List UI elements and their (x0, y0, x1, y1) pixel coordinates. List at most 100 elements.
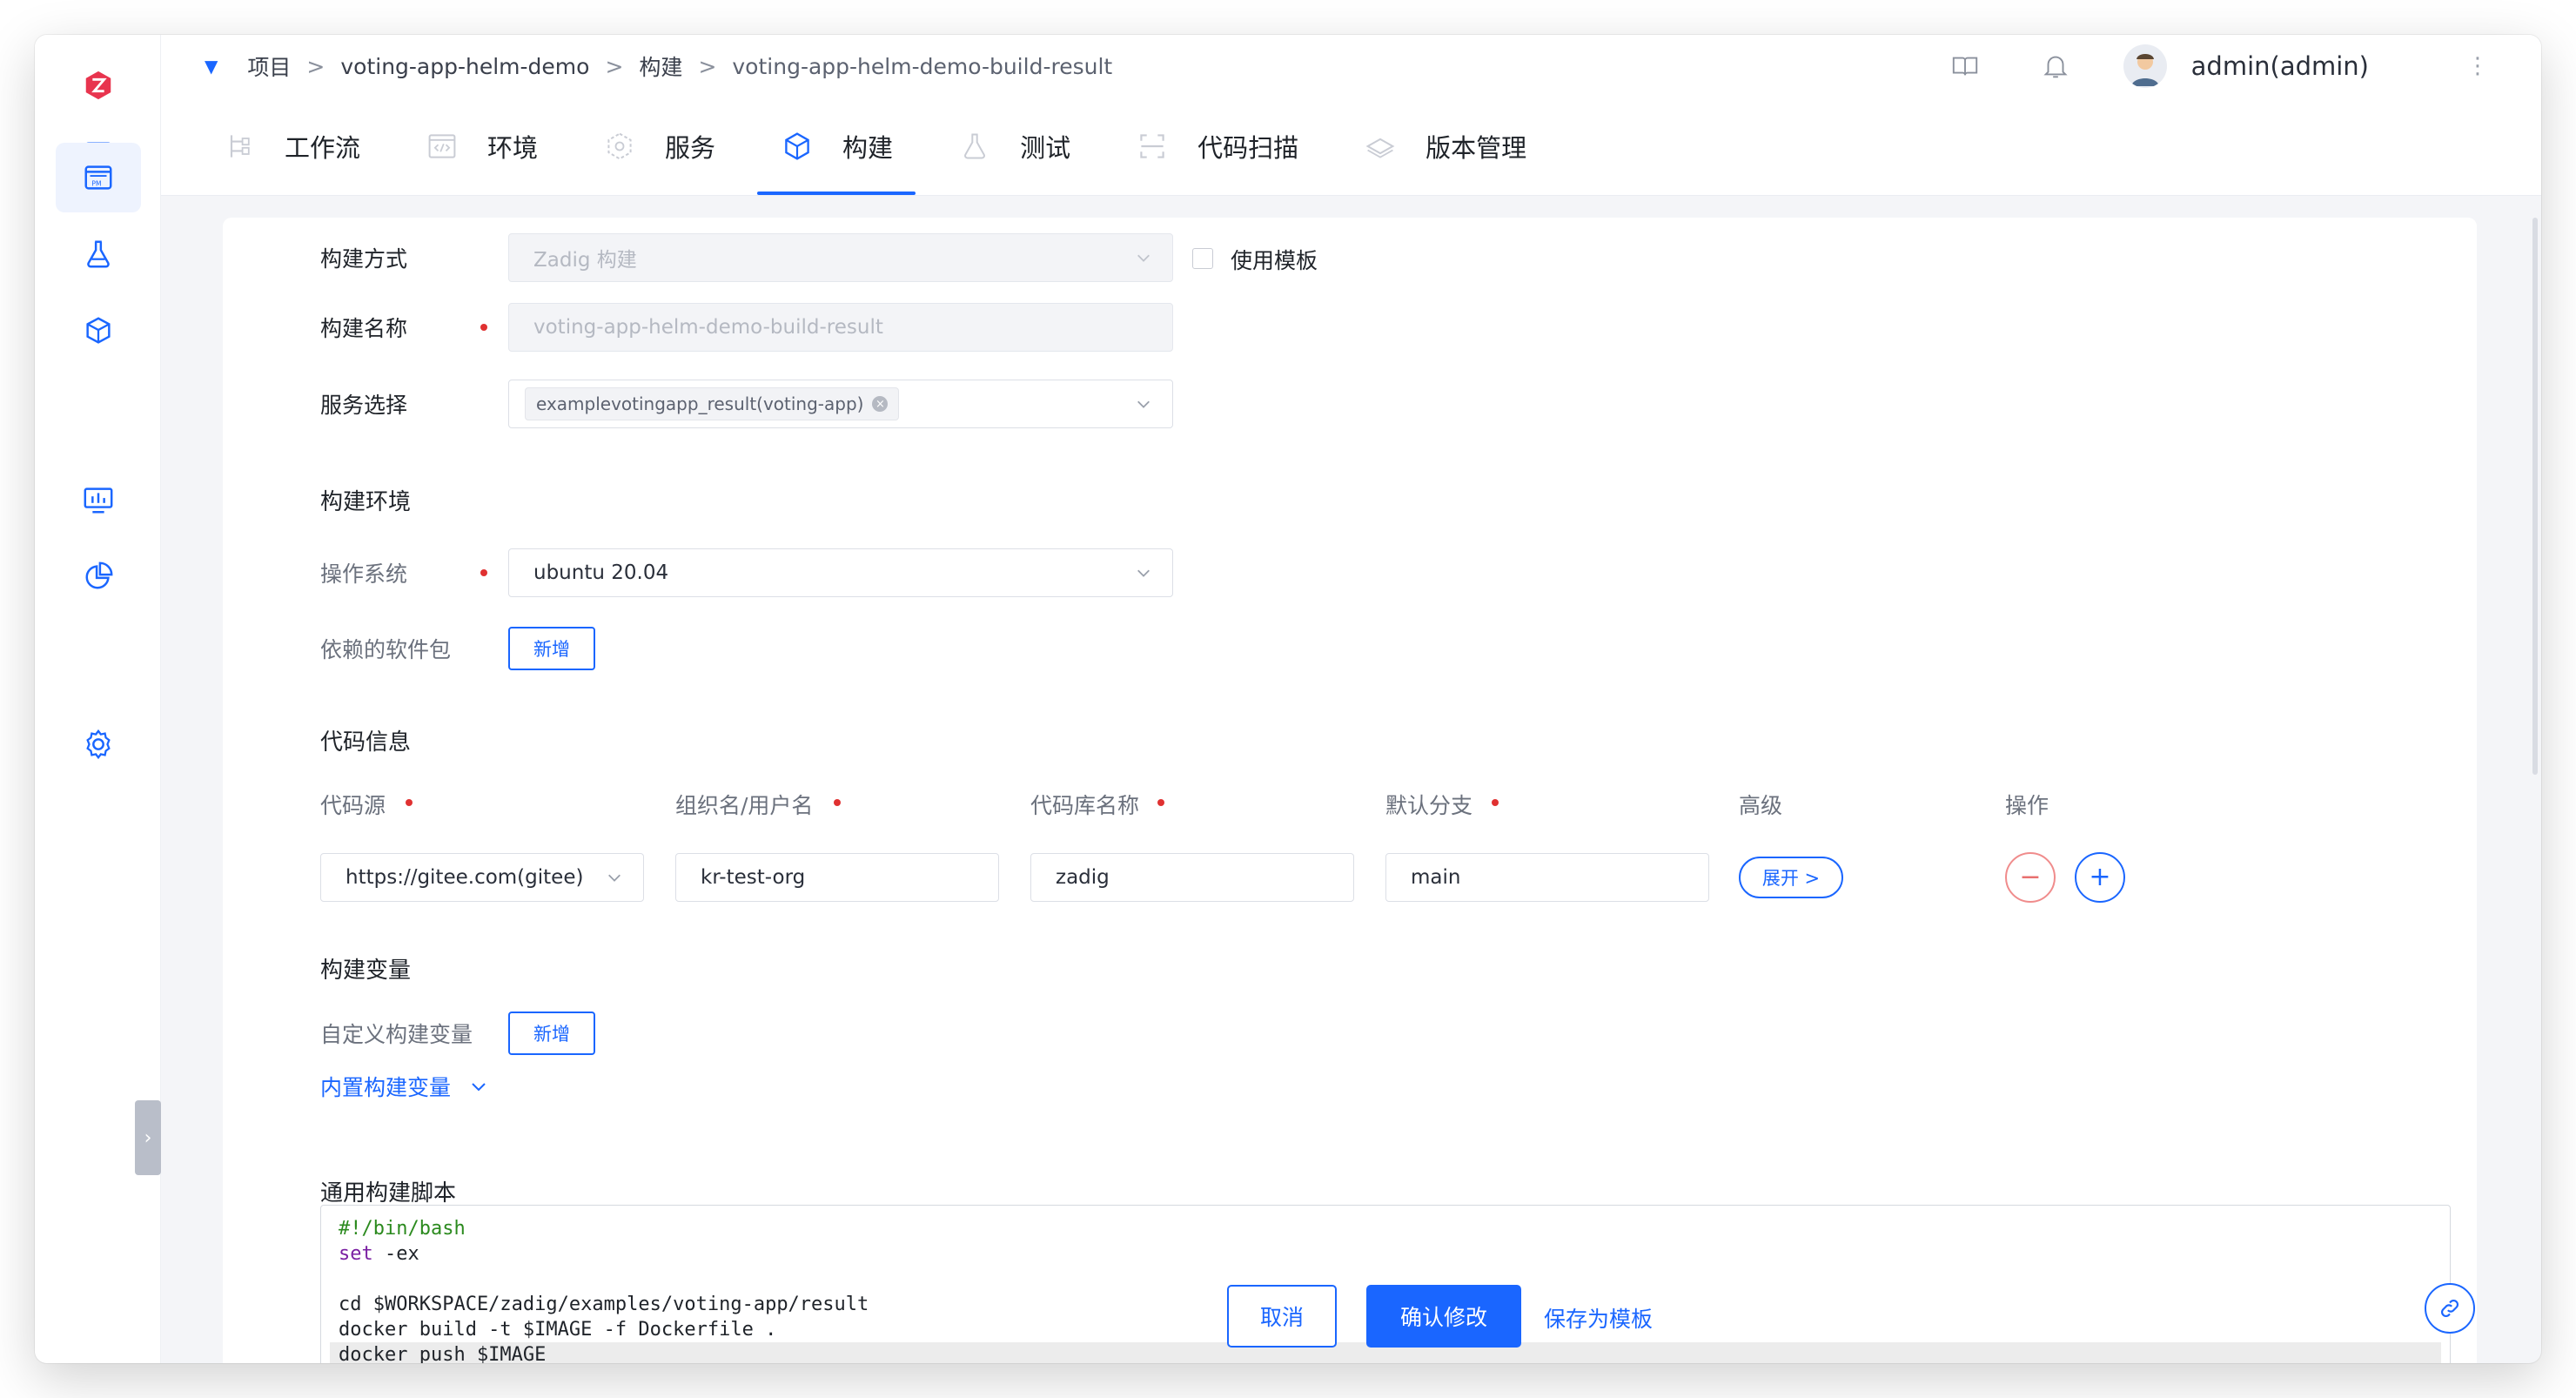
builtin-vars-label: 内置构建变量 (320, 1075, 452, 1100)
chevron-down-icon (1137, 400, 1150, 408)
build-name-input: voting-app-helm-demo-build-result (508, 303, 1173, 352)
breadcrumb-item-project[interactable]: 项目 (247, 50, 291, 82)
confirm-button[interactable]: 确认修改 (1366, 1285, 1521, 1348)
breadcrumb-item-app[interactable]: voting-app-helm-demo (340, 54, 589, 79)
code-source-select[interactable]: https://gitee.com(gitee) (320, 853, 644, 902)
tab-label: 工作流 (285, 133, 361, 163)
repo-input[interactable]: zadig (1030, 853, 1354, 902)
more-icon[interactable]: ⋮ (2466, 53, 2489, 79)
link-float-button[interactable] (2425, 1283, 2475, 1334)
tab-services[interactable]: 服务 (599, 97, 719, 195)
workflow-icon (222, 129, 257, 164)
avatar[interactable] (2123, 44, 2167, 88)
add-deps-button[interactable]: 新增 (508, 627, 595, 670)
service-tag-text: examplevotingapp_result(voting-app) (536, 393, 864, 414)
script-section-title: 通用构建脚本 (320, 1180, 457, 1206)
tab-label: 服务 (665, 133, 716, 163)
app-window: PM › ▼ 项目 > voting-app-helm-demo > 构建 > … (35, 35, 2541, 1363)
branch-value: main (1411, 866, 1461, 889)
code-line: docker build -t $IMAGE -f Dockerfile . (339, 1319, 777, 1341)
monitor-chart-icon[interactable] (56, 465, 141, 534)
col-repo-label: 代码库名称 (1030, 793, 1140, 818)
custom-vars-row: 自定义构建变量 (320, 1012, 486, 1055)
sidebar: PM › (35, 35, 161, 1363)
zadig-logo-icon[interactable] (56, 50, 141, 120)
chevron-down-icon (608, 874, 621, 882)
cancel-button[interactable]: 取消 (1227, 1285, 1337, 1348)
add-repo-button[interactable]: + (2075, 852, 2125, 903)
org-input[interactable]: kr-test-org (675, 853, 999, 902)
code-source-value: https://gitee.com(gitee) (345, 866, 584, 889)
expand-advanced-button[interactable]: 展开 > (1739, 857, 1843, 898)
project-tabs: 工作流 环境 服务 构建 测试 代码扫描 版本管理 (161, 97, 2541, 196)
tab-version[interactable]: 版本管理 (1359, 97, 1530, 195)
link-icon (2441, 1300, 2459, 1317)
save-as-template-link[interactable]: 保存为模板 (1544, 1302, 1653, 1334)
project-icon[interactable]: PM (56, 143, 141, 212)
deps-label: 依赖的软件包 (320, 637, 452, 662)
breadcrumb-item-build[interactable]: 构建 (639, 50, 682, 82)
required-marker (1492, 799, 1499, 806)
os-row: 操作系统 (320, 548, 486, 597)
flask-icon[interactable] (56, 219, 141, 289)
col-branch-label: 默认分支 (1385, 793, 1473, 818)
use-template-checkbox[interactable] (1192, 248, 1213, 269)
col-source-label: 代码源 (320, 793, 386, 818)
tab-test[interactable]: 测试 (954, 97, 1074, 195)
tab-environment[interactable]: 环境 (421, 97, 541, 195)
breadcrumb-item-current: voting-app-helm-demo-build-result (732, 53, 1113, 79)
flask-icon (957, 129, 992, 164)
col-action-label: 操作 (2005, 793, 2049, 818)
col-org-label: 组织名/用户名 (675, 793, 814, 818)
tab-label: 代码扫描 (1197, 133, 1299, 163)
tab-build[interactable]: 构建 (757, 97, 916, 195)
builtin-vars-toggle[interactable]: 内置构建变量 (320, 1071, 487, 1102)
close-icon[interactable]: × (872, 396, 889, 412)
pie-chart-icon[interactable] (56, 541, 141, 611)
remove-repo-button[interactable]: − (2005, 852, 2056, 903)
org-value: kr-test-org (701, 866, 806, 889)
tab-label: 版本管理 (1426, 133, 1527, 163)
sidebar-collapse-handle[interactable]: › (135, 1100, 161, 1175)
svg-text:PM: PM (91, 180, 101, 188)
build-method-value: Zadig 构建 (533, 249, 637, 272)
code-line: set -ex (339, 1243, 419, 1265)
chevron-down-icon (1137, 569, 1150, 577)
docs-icon[interactable] (1949, 50, 1981, 82)
repo-value: zadig (1056, 866, 1110, 889)
add-custom-var-button[interactable]: 新增 (508, 1012, 595, 1055)
bell-icon[interactable] (2040, 50, 2071, 82)
tab-workflow[interactable]: 工作流 (218, 97, 364, 195)
code-content: #!/bin/bash set -ex cd $WORKSPACE/zadig/… (339, 1216, 869, 1363)
build-env-section-title: 构建环境 (320, 489, 412, 515)
service-label: 服务选择 (320, 393, 408, 418)
tab-label: 构建 (842, 133, 894, 163)
breadcrumb-separator: > (306, 53, 325, 79)
build-method-select: Zadig 构建 (508, 233, 1173, 282)
os-select[interactable]: ubuntu 20.04 (508, 548, 1173, 597)
breadcrumb: ▼ 项目 > voting-app-helm-demo > 构建 > votin… (205, 50, 1112, 82)
plus-icon: + (2089, 862, 2111, 892)
minus-icon: − (2019, 862, 2042, 892)
tab-code-scan[interactable]: 代码扫描 (1131, 97, 1302, 195)
required-marker (1157, 799, 1164, 806)
build-vars-section-title: 构建变量 (320, 958, 412, 984)
gear-icon[interactable] (56, 709, 141, 779)
os-label: 操作系统 (320, 561, 408, 587)
code-line: docker push $IMAGE (339, 1344, 547, 1363)
required-marker (834, 799, 841, 806)
build-name-value: voting-app-helm-demo-build-result (533, 316, 883, 339)
service-row: 服务选择 (320, 380, 486, 428)
service-tag: examplevotingapp_result(voting-app) × (525, 387, 900, 420)
branch-input[interactable]: main (1385, 853, 1709, 902)
package-icon[interactable] (56, 296, 141, 366)
build-form-panel: 构建方式 Zadig 构建 使用模板 构建名称 voting-app-helm-… (223, 218, 2477, 1363)
user-name[interactable]: admin(admin) (2191, 51, 2369, 81)
service-select[interactable]: examplevotingapp_result(voting-app) × (508, 380, 1173, 428)
header-actions: admin(admin) ⋮ (1890, 35, 2489, 97)
code-info-section-title: 代码信息 (320, 729, 412, 756)
col-advanced-label: 高级 (1739, 793, 1783, 818)
caret-down-icon[interactable]: ▼ (205, 56, 218, 77)
deps-row: 依赖的软件包 (320, 627, 486, 670)
page-scrollbar[interactable] (2532, 218, 2538, 775)
